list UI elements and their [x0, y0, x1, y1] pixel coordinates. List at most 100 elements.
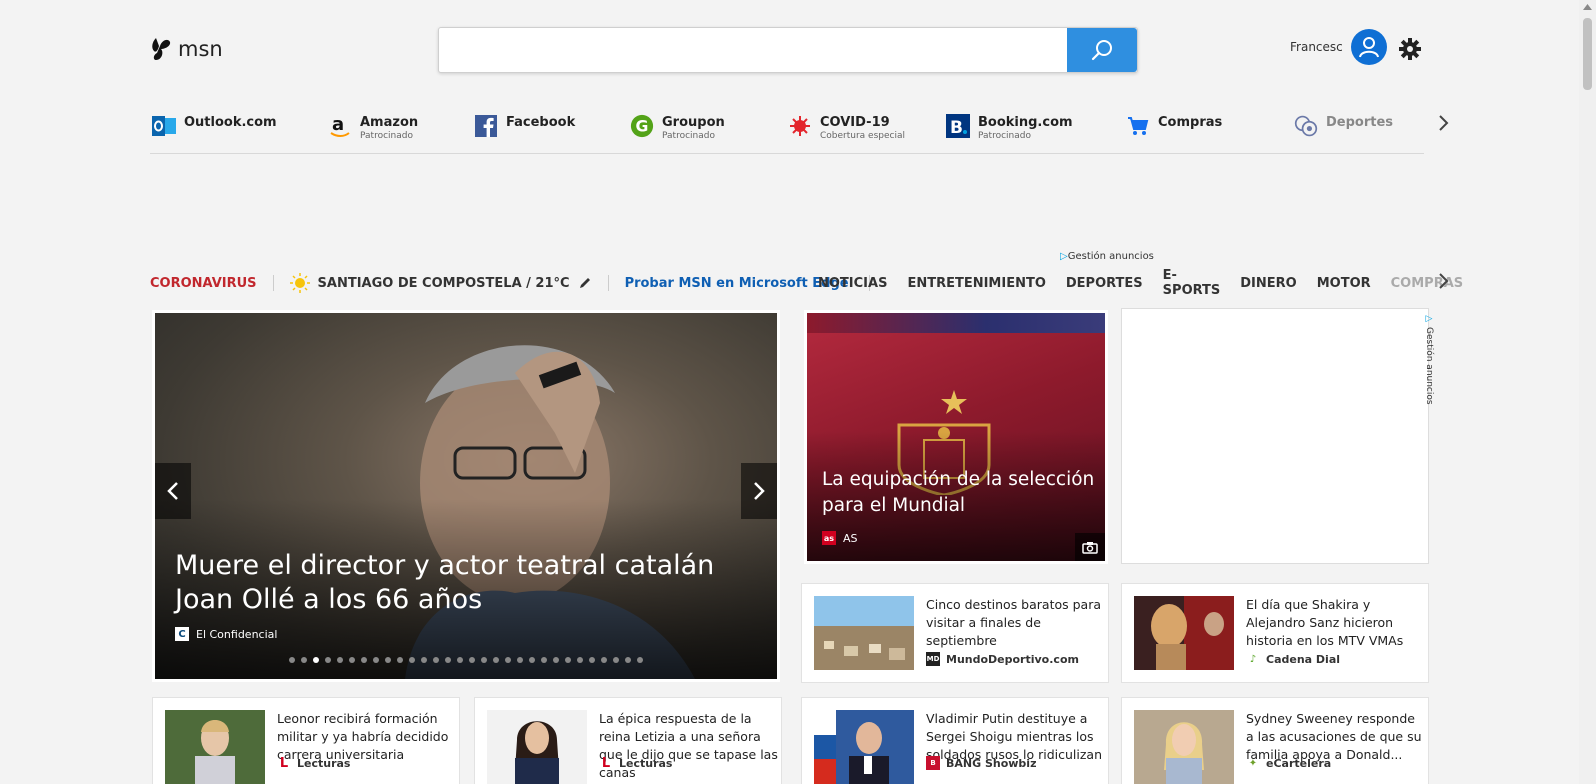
carousel-dot[interactable]	[637, 657, 643, 663]
card-source-label: MundoDeportivo.com	[946, 652, 1079, 666]
pencil-icon[interactable]	[578, 276, 592, 290]
feature-source[interactable]: as AS	[822, 531, 858, 545]
carousel-dot[interactable]	[337, 657, 343, 663]
carousel-dot[interactable]	[517, 657, 523, 663]
card-source[interactable]: ✦ eCartelera	[1246, 756, 1331, 770]
logo-text: msn	[178, 37, 223, 61]
nav-tab-deportes[interactable]: DEPORTES	[1066, 276, 1143, 291]
edge-promo-link[interactable]: Probar MSN en Microsoft Edge	[625, 276, 849, 291]
quicklink-compras[interactable]: Compras	[1126, 114, 1222, 138]
carousel-dot[interactable]	[589, 657, 595, 663]
nav-tab-entretenimiento[interactable]: ENTRETENIMIENTO	[907, 276, 1045, 291]
quicklink-facebook[interactable]: Facebook	[474, 114, 575, 138]
carousel-dot[interactable]	[445, 657, 451, 663]
news-card[interactable]: Vladimir Putin destituye a Sergei Shoigu…	[801, 697, 1109, 784]
weather-widget[interactable]: SANTIAGO DE COMPOSTELA / 21°C	[289, 273, 592, 293]
quicklink-sub: Patrocinado	[662, 131, 715, 141]
carousel-dot[interactable]	[577, 657, 583, 663]
card-source[interactable]: ♪ Cadena Dial	[1246, 652, 1340, 666]
quicklink-outlook[interactable]: Outlook.com	[152, 114, 277, 138]
search-input[interactable]	[439, 28, 1067, 72]
card-source[interactable]: L Lecturas	[599, 756, 673, 771]
page-scrollbar[interactable]	[1579, 0, 1596, 784]
lecturas-logo-icon: L	[279, 755, 289, 771]
carousel-dot[interactable]	[313, 657, 319, 663]
search-button[interactable]	[1067, 28, 1137, 72]
carousel-dot[interactable]	[469, 657, 475, 663]
feature-headline[interactable]: La equipación de la selección para el Mu…	[822, 467, 1098, 519]
card-thumbnail	[1134, 710, 1234, 784]
carousel-dot[interactable]	[289, 657, 295, 663]
card-headline[interactable]: Cinco destinos baratos para visitar a fi…	[926, 596, 1106, 650]
news-card[interactable]: Cinco destinos baratos para visitar a fi…	[801, 583, 1109, 683]
card-source[interactable]: MD MundoDeportivo.com	[926, 652, 1079, 666]
carousel-dot[interactable]	[421, 657, 427, 663]
nav-tab-motor[interactable]: MOTOR	[1317, 276, 1371, 291]
carousel-dot[interactable]	[613, 657, 619, 663]
ad-choices-vertical[interactable]: ▷ Gestión anuncios	[1424, 314, 1434, 405]
avatar[interactable]	[1350, 29, 1387, 65]
carousel-dot[interactable]	[433, 657, 439, 663]
card-headline[interactable]: El día que Shakira y Alejandro Sanz hici…	[1246, 596, 1426, 650]
card-headline[interactable]: La épica respuesta de la reina Letizia a…	[599, 710, 779, 782]
adchoices-icon: ▷	[1424, 314, 1434, 324]
butterfly-icon	[152, 38, 171, 60]
carousel-dot[interactable]	[493, 657, 499, 663]
carousel-dot[interactable]	[385, 657, 391, 663]
svg-text:B: B	[950, 118, 963, 138]
nav-coronavirus-link[interactable]: CORONAVIRUS	[150, 276, 257, 291]
quicklink-booking[interactable]: B Booking.com Patrocinado	[946, 114, 1073, 141]
nav-tab-dinero[interactable]: DINERO	[1240, 276, 1296, 291]
scrollbar-thumb[interactable]	[1583, 18, 1592, 90]
hero-headline[interactable]: Muere el director y actor teatral catalá…	[175, 549, 745, 617]
quicklinks-next-button[interactable]	[1438, 114, 1450, 136]
carousel-next-button[interactable]	[741, 463, 777, 519]
camera-icon	[1082, 541, 1098, 554]
card-thumbnail	[814, 596, 914, 670]
carousel-dot[interactable]	[349, 657, 355, 663]
quicklink-deportes[interactable]: Deportes	[1294, 114, 1393, 138]
msn-logo[interactable]: msn	[150, 36, 223, 62]
quicklink-groupon[interactable]: G Groupon Patrocinado	[630, 114, 725, 141]
feature-card[interactable]: La equipación de la selección para el Mu…	[804, 310, 1108, 564]
quicklink-covid[interactable]: COVID-19 Cobertura especial	[788, 114, 905, 141]
carousel-dot[interactable]	[481, 657, 487, 663]
carousel-dot[interactable]	[565, 657, 571, 663]
carousel-dot[interactable]	[373, 657, 379, 663]
quicklinks-bar: Outlook.com a Amazon Patrocinado Faceboo…	[150, 110, 1424, 154]
nav-tab-compras[interactable]: COMPRAS	[1391, 276, 1464, 291]
carousel-prev-button[interactable]	[155, 463, 191, 519]
outlook-icon	[152, 114, 176, 138]
hero-carousel[interactable]: Muere el director y actor teatral catalá…	[152, 310, 780, 682]
carousel-dot[interactable]	[325, 657, 331, 663]
hero-source[interactable]: C El Confidencial	[175, 627, 277, 641]
card-source[interactable]: L Lecturas	[277, 755, 351, 771]
carousel-dot[interactable]	[457, 657, 463, 663]
card-source-label: Lecturas	[297, 756, 351, 770]
carousel-dot[interactable]	[409, 657, 415, 663]
settings-button[interactable]	[1399, 38, 1421, 64]
card-source[interactable]: B BANG Showbiz	[926, 756, 1036, 770]
carousel-dot[interactable]	[529, 657, 535, 663]
carousel-dot[interactable]	[625, 657, 631, 663]
carousel-dot[interactable]	[553, 657, 559, 663]
quicklink-amazon[interactable]: a Amazon Patrocinado	[328, 114, 418, 141]
carousel-dot[interactable]	[541, 657, 547, 663]
news-card[interactable]: El día que Shakira y Alejandro Sanz hici…	[1121, 583, 1429, 683]
news-card[interactable]: Leonor recibirá formación militar y ya h…	[152, 697, 460, 784]
carousel-dot[interactable]	[397, 657, 403, 663]
nav-tab-esports[interactable]: E-SPORTS	[1163, 268, 1221, 298]
carousel-dot[interactable]	[505, 657, 511, 663]
carousel-dot[interactable]	[601, 657, 607, 663]
gallery-button[interactable]	[1075, 533, 1105, 561]
ad-choices[interactable]: ▷Gestión anuncios	[1060, 251, 1154, 262]
carousel-dot[interactable]	[301, 657, 307, 663]
nav-next-button[interactable]	[1438, 272, 1450, 294]
carousel-dot[interactable]	[361, 657, 367, 663]
scroll-up-icon[interactable]	[1583, 4, 1592, 10]
news-card[interactable]: Sydney Sweeney responde a las acusacione…	[1121, 697, 1429, 784]
news-card[interactable]: La épica respuesta de la reina Letizia a…	[474, 697, 782, 784]
nav-tab-noticias[interactable]: NOTICIAS	[818, 276, 887, 291]
user-menu[interactable]: Francesc	[1290, 29, 1387, 65]
chevron-right-icon	[1439, 273, 1449, 289]
